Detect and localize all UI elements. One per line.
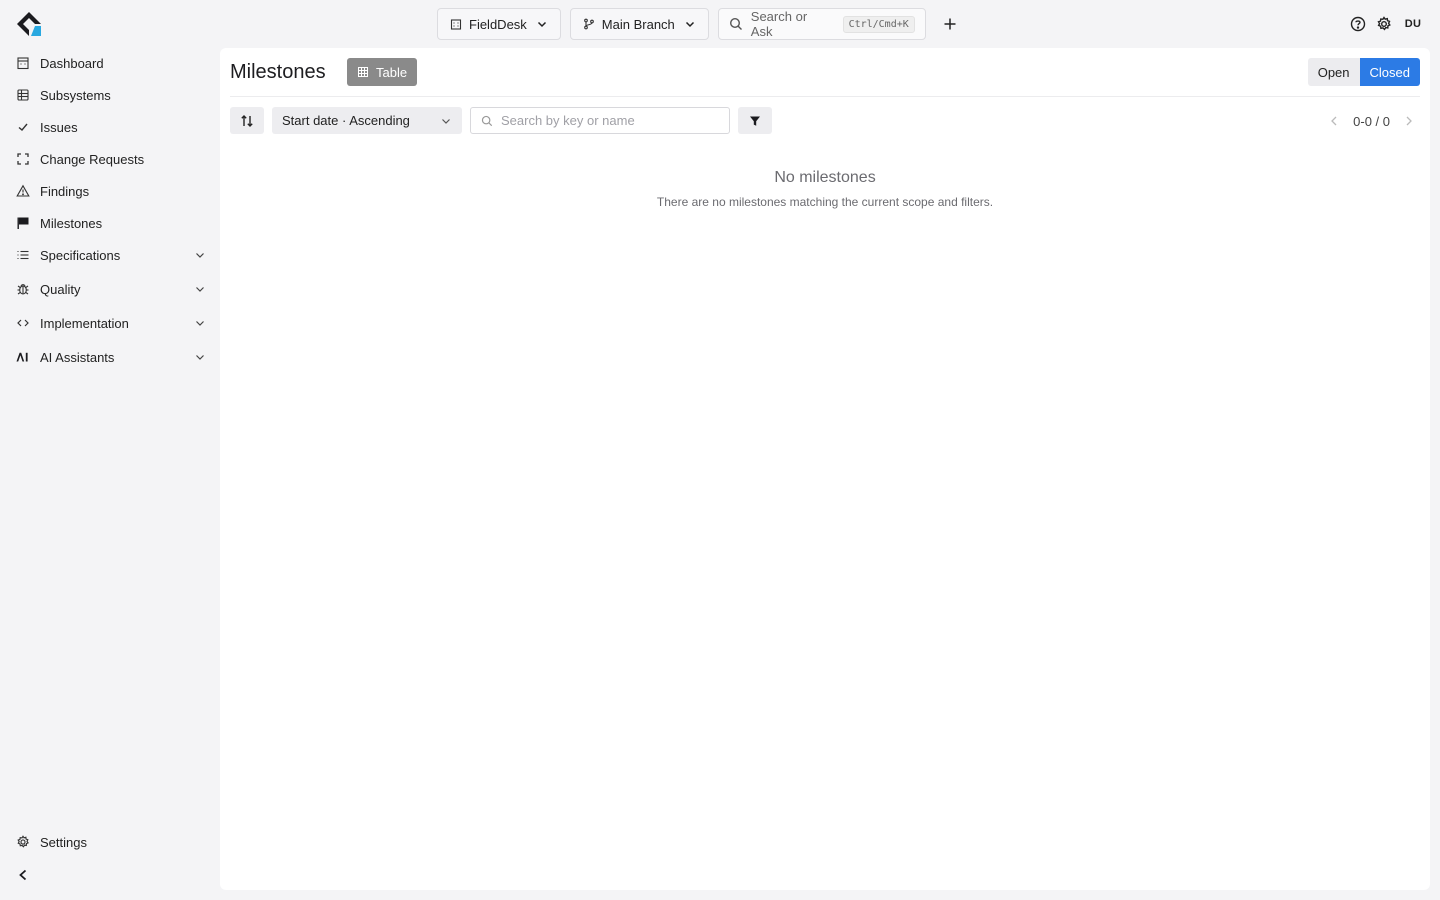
sidebar-item-issues[interactable]: Issues [16,114,206,140]
building-icon [450,18,462,30]
help-icon [1350,16,1366,32]
gear-icon [16,835,30,849]
pagination-range: 0-0 / 0 [1353,113,1390,129]
main-panel: Milestones Table Open Closed Start date … [220,48,1430,890]
branch-selector[interactable]: Main Branch [569,8,709,40]
flag-icon [16,216,30,230]
global-search-label: Search or Ask [750,9,808,39]
sidebar-item-label: AI Assistants [40,349,115,365]
project-selector[interactable]: FieldDesk [437,8,561,40]
sidebar-item-subsystems[interactable]: Subsystems [16,82,206,108]
milestone-search[interactable] [470,107,730,134]
sidebar-item-label: Findings [40,183,90,199]
settings-button[interactable] [1376,16,1392,32]
empty-state-title: No milestones [774,169,876,186]
sidebar-item-label: Specifications [40,247,121,263]
sidebar-item-label: Milestones [40,215,103,231]
project-name: FieldDesk [469,16,527,32]
branch-name: Main Branch [601,16,675,32]
header-divider [230,96,1420,97]
search-shortcut: Ctrl/Cmd+K [842,15,915,33]
sidebar-item-label: Settings [40,834,87,850]
filter-icon [749,115,761,127]
sidebar-item-settings[interactable]: Settings [16,829,206,855]
sidebar-item-label: Issues [40,119,78,135]
sort-direction-button[interactable] [230,107,264,134]
sidebar-item-milestones[interactable]: Milestones [16,210,206,236]
milestone-search-input[interactable] [501,113,719,128]
chevron-down-icon [440,115,452,127]
filter-button[interactable] [738,107,772,134]
next-page-button[interactable] [1404,115,1414,127]
create-button[interactable] [935,9,965,39]
sort-select[interactable]: Start date · Ascending [272,107,462,134]
ai-icon [16,350,30,364]
sort-select-value: Start date · Ascending [282,113,410,128]
chevron-left-icon [16,868,30,882]
sort-icon [240,114,254,128]
sidebar-item-label: Change Requests [40,151,145,167]
sidebar-item-findings[interactable]: Findings [16,178,206,204]
chevron-down-icon [684,18,696,30]
check-icon [16,120,30,134]
gear-icon [1376,16,1392,32]
open-filter-button[interactable]: Open [1307,58,1360,86]
change-requests-icon [16,152,30,166]
chevron-down-icon [536,18,548,30]
sidebar-item-implementation[interactable]: Implementation [16,310,206,336]
warning-icon [16,184,30,198]
closed-filter-button[interactable]: Closed [1359,58,1420,86]
plus-icon [943,17,957,31]
pagination: 0-0 / 0 [1329,111,1414,131]
sidebar-item-specifications[interactable]: Specifications [16,242,206,268]
sidebar-item-label: Quality [40,281,81,297]
dashboard-icon [16,56,30,70]
previous-page-button[interactable] [1329,115,1339,127]
chevron-down-icon[interactable] [194,249,206,261]
subsystems-icon [16,88,30,102]
search-icon [481,115,493,127]
sidebar-item-ai-assistants[interactable]: AI Assistants [16,344,206,370]
search-icon [729,17,743,31]
help-button[interactable] [1350,16,1366,32]
sidebar-item-change-requests[interactable]: Change Requests [16,146,206,172]
chevron-down-icon[interactable] [194,351,206,363]
empty-state-description: There are no milestones matching the cur… [656,195,994,209]
view-toggle-label: Table [376,64,408,80]
sidebar-item-label: Dashboard [40,55,104,71]
chevron-down-icon[interactable] [194,283,206,295]
sidebar-item-label: Subsystems [40,87,111,103]
page-title: Milestones [230,61,326,83]
code-icon [16,316,30,330]
table-icon [357,66,369,78]
sidebar-item-quality[interactable]: Quality [16,276,206,302]
collapse-sidebar-button[interactable] [16,864,34,886]
state-filter: Open Closed [1307,58,1420,86]
view-toggle-table[interactable]: Table [347,58,418,86]
app-logo[interactable] [16,11,42,37]
list-icon [16,248,30,262]
bug-icon [16,282,30,296]
sidebar-item-label: Implementation [40,315,129,331]
empty-state: No milestones There are no milestones ma… [220,168,1430,210]
sidebar: Dashboard Subsystems Issues Change Reque… [0,48,220,900]
branch-icon [583,18,595,30]
sidebar-item-dashboard[interactable]: Dashboard [16,50,206,76]
chevron-down-icon[interactable] [194,317,206,329]
global-search[interactable]: Search or Ask Ctrl/Cmd+K [717,8,926,40]
user-avatar[interactable]: DU [1402,18,1424,30]
